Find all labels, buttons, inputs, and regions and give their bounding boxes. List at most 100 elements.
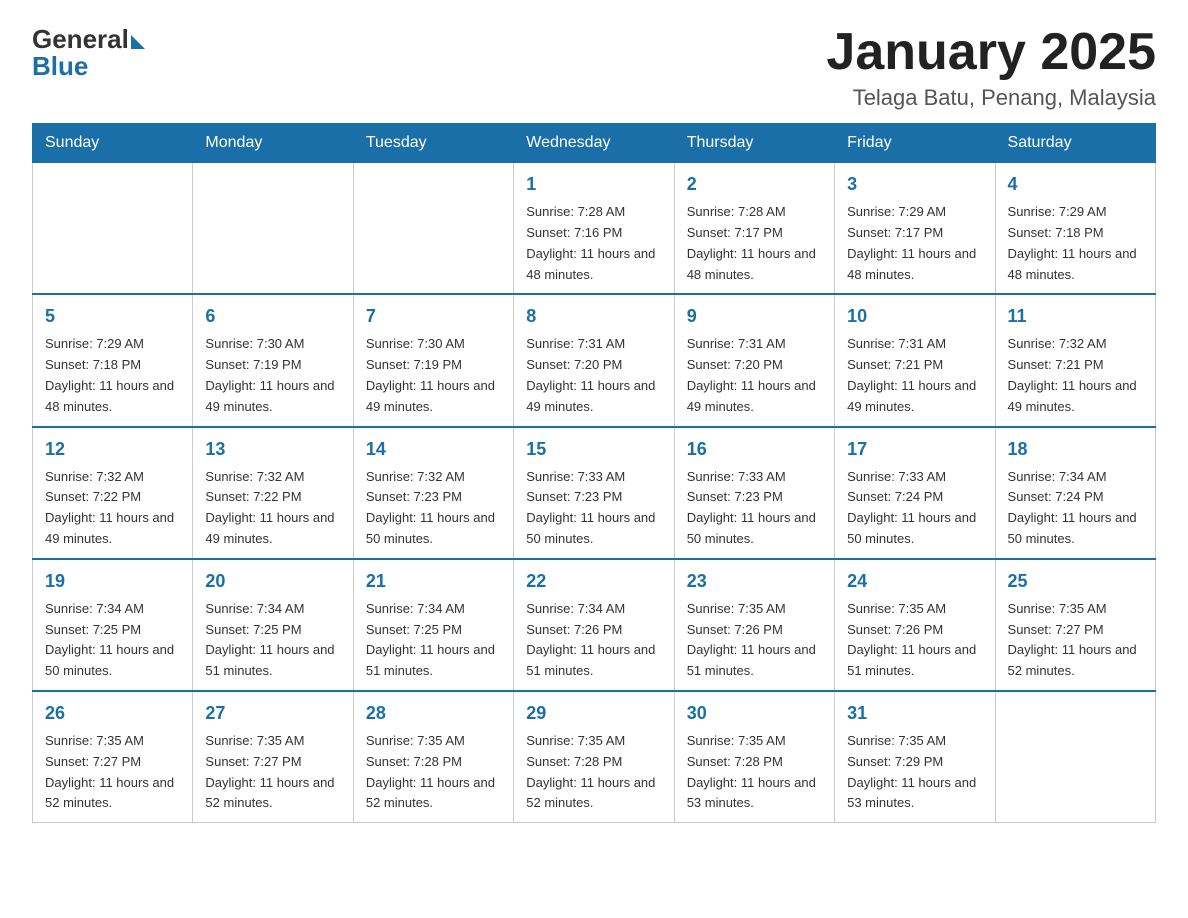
day-number: 14 (366, 436, 501, 463)
calendar-cell: 14 Sunrise: 7:32 AM Sunset: 7:23 PM Dayli… (353, 427, 513, 559)
day-info: Sunrise: 7:33 AM Sunset: 7:24 PM Dayligh… (847, 467, 982, 550)
weekday-header-wednesday: Wednesday (514, 124, 674, 163)
calendar-week-row: 5Sunrise: 7:29 AM Sunset: 7:18 PM Daylig… (33, 294, 1156, 426)
day-info: Sunrise: 7:34 AM Sunset: 7:24 PM Dayligh… (1008, 467, 1143, 550)
calendar-cell: 7Sunrise: 7:30 AM Sunset: 7:19 PM Daylig… (353, 294, 513, 426)
day-number: 13 (205, 436, 340, 463)
day-number: 23 (687, 568, 822, 595)
day-info: Sunrise: 7:28 AM Sunset: 7:16 PM Dayligh… (526, 202, 661, 285)
day-info: Sunrise: 7:34 AM Sunset: 7:26 PM Dayligh… (526, 599, 661, 682)
day-info: Sunrise: 7:34 AM Sunset: 7:25 PM Dayligh… (366, 599, 501, 682)
page-header: General Blue January 2025 Telaga Batu, P… (32, 24, 1156, 111)
day-number: 31 (847, 700, 982, 727)
day-info: Sunrise: 7:32 AM Sunset: 7:22 PM Dayligh… (45, 467, 180, 550)
day-number: 24 (847, 568, 982, 595)
day-info: Sunrise: 7:32 AM Sunset: 7:21 PM Dayligh… (1008, 334, 1143, 417)
day-info: Sunrise: 7:33 AM Sunset: 7:23 PM Dayligh… (687, 467, 822, 550)
day-number: 9 (687, 303, 822, 330)
day-info: Sunrise: 7:31 AM Sunset: 7:21 PM Dayligh… (847, 334, 982, 417)
day-number: 16 (687, 436, 822, 463)
weekday-header-monday: Monday (193, 124, 353, 163)
logo-blue-text: Blue (32, 51, 145, 82)
calendar-cell: 20 Sunrise: 7:34 AM Sunset: 7:25 PM Dayli… (193, 559, 353, 691)
weekday-header-thursday: Thursday (674, 124, 834, 163)
day-number: 27 (205, 700, 340, 727)
day-number: 26 (45, 700, 180, 727)
day-number: 2 (687, 171, 822, 198)
day-info: Sunrise: 7:35 AM Sunset: 7:26 PM Dayligh… (687, 599, 822, 682)
calendar-cell: 12Sunrise: 7:32 AM Sunset: 7:22 PM Dayli… (33, 427, 193, 559)
day-number: 5 (45, 303, 180, 330)
calendar-week-row: 19 Sunrise: 7:34 AM Sunset: 7:25 PM Dayli… (33, 559, 1156, 691)
day-info: Sunrise: 7:31 AM Sunset: 7:20 PM Dayligh… (526, 334, 661, 417)
day-info: Sunrise: 7:33 AM Sunset: 7:23 PM Dayligh… (526, 467, 661, 550)
calendar-cell: 22 Sunrise: 7:34 AM Sunset: 7:26 PM Dayli… (514, 559, 674, 691)
calendar-cell: 28 Sunrise: 7:35 AM Sunset: 7:28 PM Dayli… (353, 691, 513, 823)
weekday-header-saturday: Saturday (995, 124, 1155, 163)
day-number: 19 (45, 568, 180, 595)
day-number: 20 (205, 568, 340, 595)
day-number: 29 (526, 700, 661, 727)
day-info: Sunrise: 7:31 AM Sunset: 7:20 PM Dayligh… (687, 334, 822, 417)
day-info: Sunrise: 7:29 AM Sunset: 7:18 PM Dayligh… (1008, 202, 1143, 285)
calendar-cell: 25 Sunrise: 7:35 AM Sunset: 7:27 PM Dayli… (995, 559, 1155, 691)
day-info: Sunrise: 7:35 AM Sunset: 7:27 PM Dayligh… (1008, 599, 1143, 682)
day-number: 11 (1008, 303, 1143, 330)
day-info: Sunrise: 7:32 AM Sunset: 7:23 PM Dayligh… (366, 467, 501, 550)
day-info: Sunrise: 7:35 AM Sunset: 7:26 PM Dayligh… (847, 599, 982, 682)
title-section: January 2025 Telaga Batu, Penang, Malays… (826, 24, 1156, 111)
day-info: Sunrise: 7:35 AM Sunset: 7:27 PM Dayligh… (45, 731, 180, 814)
calendar-cell: 6Sunrise: 7:30 AM Sunset: 7:19 PM Daylig… (193, 294, 353, 426)
calendar-cell: 19 Sunrise: 7:34 AM Sunset: 7:25 PM Dayli… (33, 559, 193, 691)
calendar-cell: 23 Sunrise: 7:35 AM Sunset: 7:26 PM Dayli… (674, 559, 834, 691)
calendar-cell (193, 163, 353, 295)
calendar-cell: 1 Sunrise: 7:28 AM Sunset: 7:16 PM Daylig… (514, 163, 674, 295)
day-info: Sunrise: 7:35 AM Sunset: 7:28 PM Dayligh… (687, 731, 822, 814)
weekday-header-friday: Friday (835, 124, 995, 163)
calendar-cell: 4 Sunrise: 7:29 AM Sunset: 7:18 PM Daylig… (995, 163, 1155, 295)
day-number: 22 (526, 568, 661, 595)
day-number: 18 (1008, 436, 1143, 463)
calendar-cell: 15 Sunrise: 7:33 AM Sunset: 7:23 PM Dayli… (514, 427, 674, 559)
day-number: 4 (1008, 171, 1143, 198)
day-number: 15 (526, 436, 661, 463)
day-number: 8 (526, 303, 661, 330)
calendar-cell: 24 Sunrise: 7:35 AM Sunset: 7:26 PM Dayli… (835, 559, 995, 691)
calendar-cell: 13 Sunrise: 7:32 AM Sunset: 7:22 PM Dayli… (193, 427, 353, 559)
day-info: Sunrise: 7:35 AM Sunset: 7:28 PM Dayligh… (526, 731, 661, 814)
calendar-cell: 21Sunrise: 7:34 AM Sunset: 7:25 PM Dayli… (353, 559, 513, 691)
calendar-cell: 27Sunrise: 7:35 AM Sunset: 7:27 PM Dayli… (193, 691, 353, 823)
calendar-cell (995, 691, 1155, 823)
day-info: Sunrise: 7:34 AM Sunset: 7:25 PM Dayligh… (45, 599, 180, 682)
calendar-cell (33, 163, 193, 295)
weekday-header-row: SundayMondayTuesdayWednesdayThursdayFrid… (33, 124, 1156, 163)
day-info: Sunrise: 7:35 AM Sunset: 7:28 PM Dayligh… (366, 731, 501, 814)
calendar-cell: 30 Sunrise: 7:35 AM Sunset: 7:28 PM Dayli… (674, 691, 834, 823)
calendar-cell: 18 Sunrise: 7:34 AM Sunset: 7:24 PM Dayli… (995, 427, 1155, 559)
day-info: Sunrise: 7:32 AM Sunset: 7:22 PM Dayligh… (205, 467, 340, 550)
calendar-cell: 16 Sunrise: 7:33 AM Sunset: 7:23 PM Dayli… (674, 427, 834, 559)
calendar-cell: 17Sunrise: 7:33 AM Sunset: 7:24 PM Dayli… (835, 427, 995, 559)
calendar-week-row: 12Sunrise: 7:32 AM Sunset: 7:22 PM Dayli… (33, 427, 1156, 559)
weekday-header-tuesday: Tuesday (353, 124, 513, 163)
day-number: 3 (847, 171, 982, 198)
calendar-cell: 10 Sunrise: 7:31 AM Sunset: 7:21 PM Dayli… (835, 294, 995, 426)
day-info: Sunrise: 7:28 AM Sunset: 7:17 PM Dayligh… (687, 202, 822, 285)
calendar-cell: 2 Sunrise: 7:28 AM Sunset: 7:17 PM Daylig… (674, 163, 834, 295)
calendar-week-row: 26 Sunrise: 7:35 AM Sunset: 7:27 PM Dayli… (33, 691, 1156, 823)
day-number: 28 (366, 700, 501, 727)
weekday-header-sunday: Sunday (33, 124, 193, 163)
day-info: Sunrise: 7:30 AM Sunset: 7:19 PM Dayligh… (205, 334, 340, 417)
day-number: 30 (687, 700, 822, 727)
logo: General Blue (32, 24, 145, 82)
logo-triangle-icon (131, 35, 145, 49)
day-number: 10 (847, 303, 982, 330)
calendar-cell: 3Sunrise: 7:29 AM Sunset: 7:17 PM Daylig… (835, 163, 995, 295)
calendar-cell: 5Sunrise: 7:29 AM Sunset: 7:18 PM Daylig… (33, 294, 193, 426)
day-number: 7 (366, 303, 501, 330)
calendar-cell: 26 Sunrise: 7:35 AM Sunset: 7:27 PM Dayli… (33, 691, 193, 823)
day-number: 1 (526, 171, 661, 198)
calendar-cell: 31Sunrise: 7:35 AM Sunset: 7:29 PM Dayli… (835, 691, 995, 823)
day-info: Sunrise: 7:34 AM Sunset: 7:25 PM Dayligh… (205, 599, 340, 682)
day-number: 25 (1008, 568, 1143, 595)
